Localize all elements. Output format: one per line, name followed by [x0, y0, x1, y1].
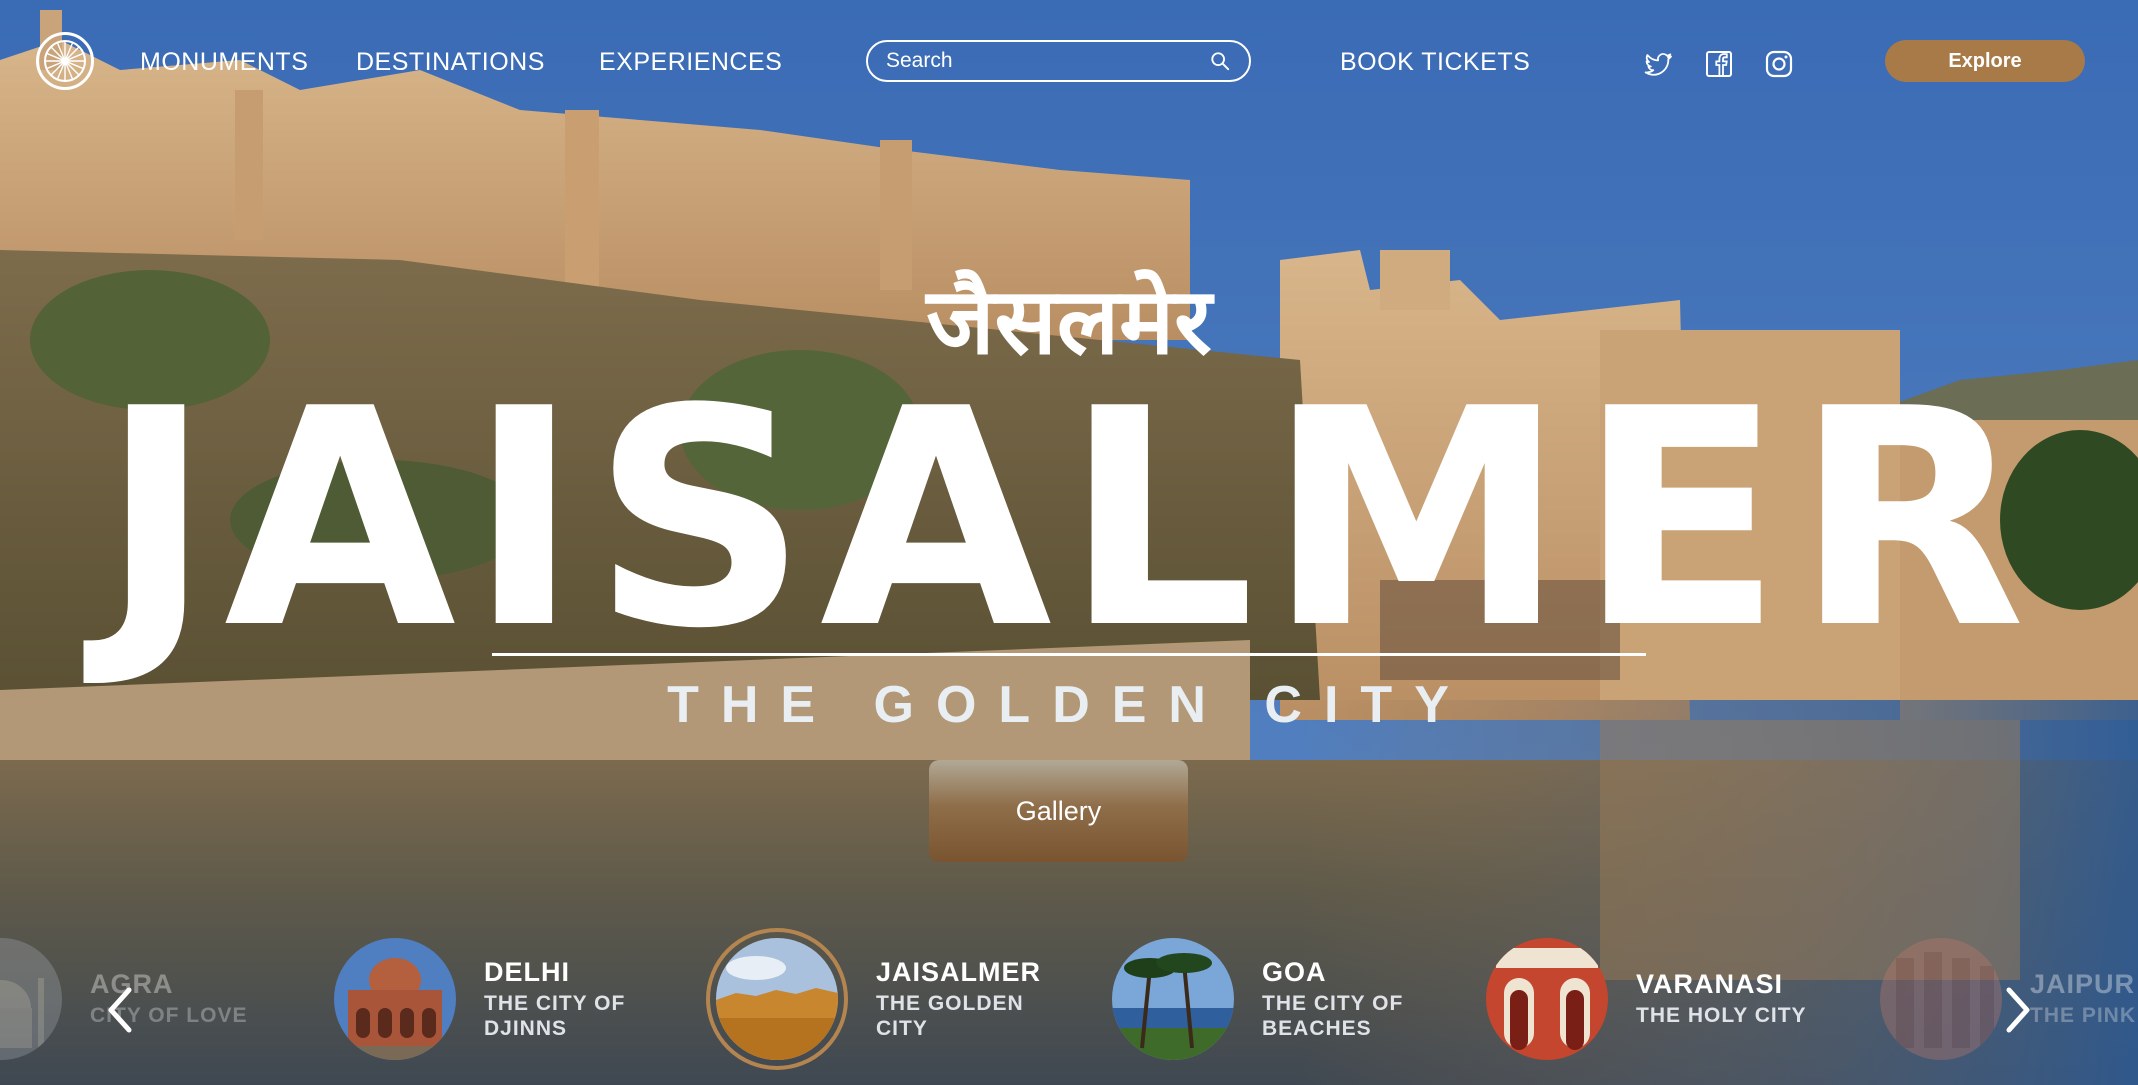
jaisalmer-name: JAISALMER: [876, 957, 1042, 988]
twitter-icon[interactable]: [1642, 48, 1674, 80]
carousel-item-goa[interactable]: GOA THE CITY OF BEACHES: [1112, 934, 1442, 1064]
jaisalmer-tagline: THE GOLDEN CITY: [876, 992, 1024, 1040]
hero-title: JAISALMER: [100, 345, 2038, 694]
jaipur-thumbnail: [1880, 938, 2002, 1060]
varanasi-thumbnail: [1486, 938, 1608, 1060]
gallery-button[interactable]: Gallery: [929, 760, 1188, 862]
varanasi-tagline: THE HOLY CITY: [1636, 1004, 1807, 1028]
chevron-left-icon[interactable]: [100, 980, 140, 1040]
goa-tagline: THE CITY OF BEACHES: [1262, 992, 1404, 1040]
search-box: [866, 40, 1251, 82]
chevron-right-icon[interactable]: [1998, 980, 2038, 1040]
nav-link-experiences[interactable]: EXPERIENCES: [599, 48, 782, 77]
jaipur-tagline: THE PINK: [2030, 1004, 2137, 1028]
carousel-item-jaisalmer[interactable]: JAISALMER THE GOLDEN CITY: [706, 928, 1056, 1070]
explore-button[interactable]: Explore: [1885, 40, 2085, 82]
goa-name: GOA: [1262, 957, 1327, 988]
delhi-thumbnail: [334, 938, 456, 1060]
delhi-tagline: THE CITY OF DJINNS: [484, 992, 626, 1040]
carousel-item-varanasi[interactable]: VARANASI THE HOLY CITY: [1486, 934, 1816, 1064]
jaipur-name: JAIPUR: [2030, 969, 2136, 1000]
hero-subtitle: THE GOLDEN CITY: [667, 676, 1471, 734]
nav-link-monuments[interactable]: MONUMENTS: [140, 48, 308, 77]
destination-carousel: AGRA CITY OF LOVE DELHI THE CITY OF DJIN…: [0, 920, 2138, 1085]
search-icon[interactable]: [1209, 50, 1231, 72]
nav-link-destinations[interactable]: DESTINATIONS: [356, 48, 545, 77]
hero-divider: [492, 653, 1646, 656]
instagram-icon[interactable]: [1763, 48, 1795, 80]
facebook-icon[interactable]: [1703, 48, 1735, 80]
top-navigation: MONUMENTS DESTINATIONS EXPERIENCES BOOK …: [0, 0, 2138, 120]
carousel-item-delhi[interactable]: DELHI THE CITY OF DJINNS: [334, 934, 664, 1064]
book-tickets-link[interactable]: BOOK TICKETS: [1340, 48, 1530, 77]
search-input[interactable]: [886, 49, 1209, 73]
ashoka-chakra-icon[interactable]: [36, 32, 94, 90]
jaisalmer-thumbnail: [716, 938, 838, 1060]
agra-thumbnail: [0, 938, 62, 1060]
goa-thumbnail: [1112, 938, 1234, 1060]
varanasi-name: VARANASI: [1636, 969, 1784, 1000]
delhi-name: DELHI: [484, 957, 570, 988]
